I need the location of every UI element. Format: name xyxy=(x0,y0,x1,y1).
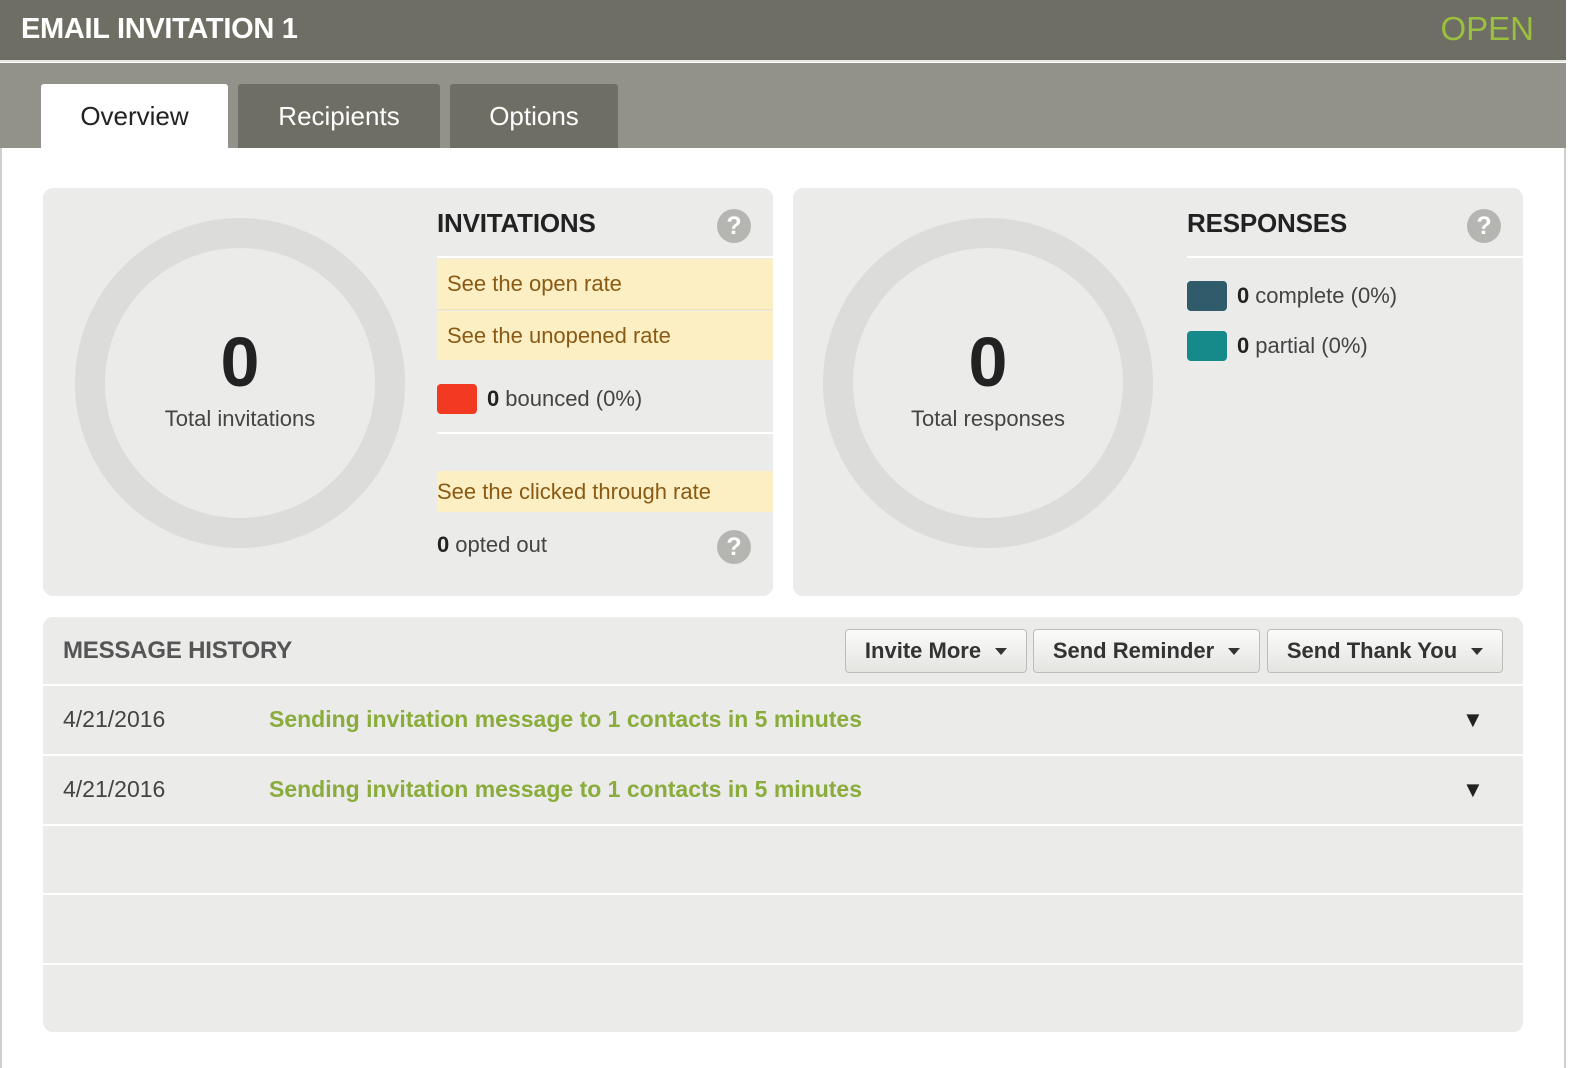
bounced-legend: 0 bounced (0%) xyxy=(437,383,642,415)
invite-more-label: Invite More xyxy=(864,638,982,663)
complete-legend: 0 complete (0%) xyxy=(1187,280,1397,312)
chevron-down-icon xyxy=(1471,647,1484,655)
partial-count: 0 xyxy=(1237,333,1250,358)
invitations-title: INVITATIONS xyxy=(437,208,596,238)
opted-out-label: opted out xyxy=(455,532,547,557)
partial-swatch xyxy=(1187,331,1227,361)
history-row-message[interactable]: Sending invitation message to 1 contacts… xyxy=(269,776,862,803)
complete-count: 0 xyxy=(1237,283,1250,308)
tab-recipients[interactable]: Recipients xyxy=(238,84,440,148)
divider xyxy=(43,963,1523,965)
invite-more-button[interactable]: Invite More xyxy=(845,629,1027,673)
tab-options[interactable]: Options xyxy=(450,84,618,148)
total-responses-label: Total responses xyxy=(910,406,1066,431)
status-label: OPEN xyxy=(1440,10,1534,47)
unopened-rate-link[interactable]: See the unopened rate xyxy=(437,311,773,360)
send-thank-you-button[interactable]: Send Thank You xyxy=(1267,629,1503,673)
opted-out-count: 0 xyxy=(437,532,450,557)
message-history-title: MESSAGE HISTORY xyxy=(63,637,293,664)
history-row-date: 4/21/2016 xyxy=(63,706,166,732)
history-row-date: 4/21/2016 xyxy=(63,776,166,802)
partial-label: partial (0%) xyxy=(1255,333,1368,358)
chevron-down-icon xyxy=(995,647,1008,655)
divider xyxy=(43,824,1523,826)
page-title: EMAIL INVITATION 1 xyxy=(21,13,298,45)
send-reminder-button[interactable]: Send Reminder xyxy=(1033,629,1260,673)
bounced-count: 0 xyxy=(487,386,500,411)
expand-triangle-icon[interactable]: ▼ xyxy=(1462,707,1484,733)
divider xyxy=(43,684,1523,686)
responses-help-icon[interactable]: ? xyxy=(1467,209,1501,243)
send-reminder-label: Send Reminder xyxy=(1052,638,1215,663)
bounced-swatch xyxy=(437,384,477,414)
responses-title: RESPONSES xyxy=(1187,208,1348,238)
send-thank-you-label: Send Thank You xyxy=(1286,638,1458,663)
divider xyxy=(437,432,773,434)
invitations-help-icon[interactable]: ? xyxy=(717,209,751,243)
complete-label: complete (0%) xyxy=(1255,283,1398,308)
divider xyxy=(437,309,773,310)
header-bar: EMAIL INVITATION 1 OPEN xyxy=(0,0,1566,62)
total-invitations-value: 0 xyxy=(220,323,260,401)
partial-legend: 0 partial (0%) xyxy=(1187,330,1368,362)
divider xyxy=(43,893,1523,895)
clicked-through-rate-link[interactable]: See the clicked through rate xyxy=(437,471,773,512)
complete-swatch xyxy=(1187,281,1227,311)
opted-out-row: 0 opted out xyxy=(437,530,547,560)
divider xyxy=(43,754,1523,756)
chevron-down-icon xyxy=(1228,647,1241,655)
opted-out-help-icon[interactable]: ? xyxy=(717,530,751,564)
bounced-label: bounced (0%) xyxy=(505,386,643,411)
total-invitations-label: Total invitations xyxy=(164,406,316,431)
expand-triangle-icon[interactable]: ▼ xyxy=(1462,777,1484,803)
tab-bar: Overview Recipients Options xyxy=(0,63,1566,148)
divider xyxy=(1187,256,1523,258)
tab-overview[interactable]: Overview xyxy=(41,84,228,148)
open-rate-link[interactable]: See the open rate xyxy=(437,259,773,309)
history-row-message[interactable]: Sending invitation message to 1 contacts… xyxy=(269,706,862,733)
total-responses-value: 0 xyxy=(968,323,1008,401)
divider xyxy=(437,256,773,258)
